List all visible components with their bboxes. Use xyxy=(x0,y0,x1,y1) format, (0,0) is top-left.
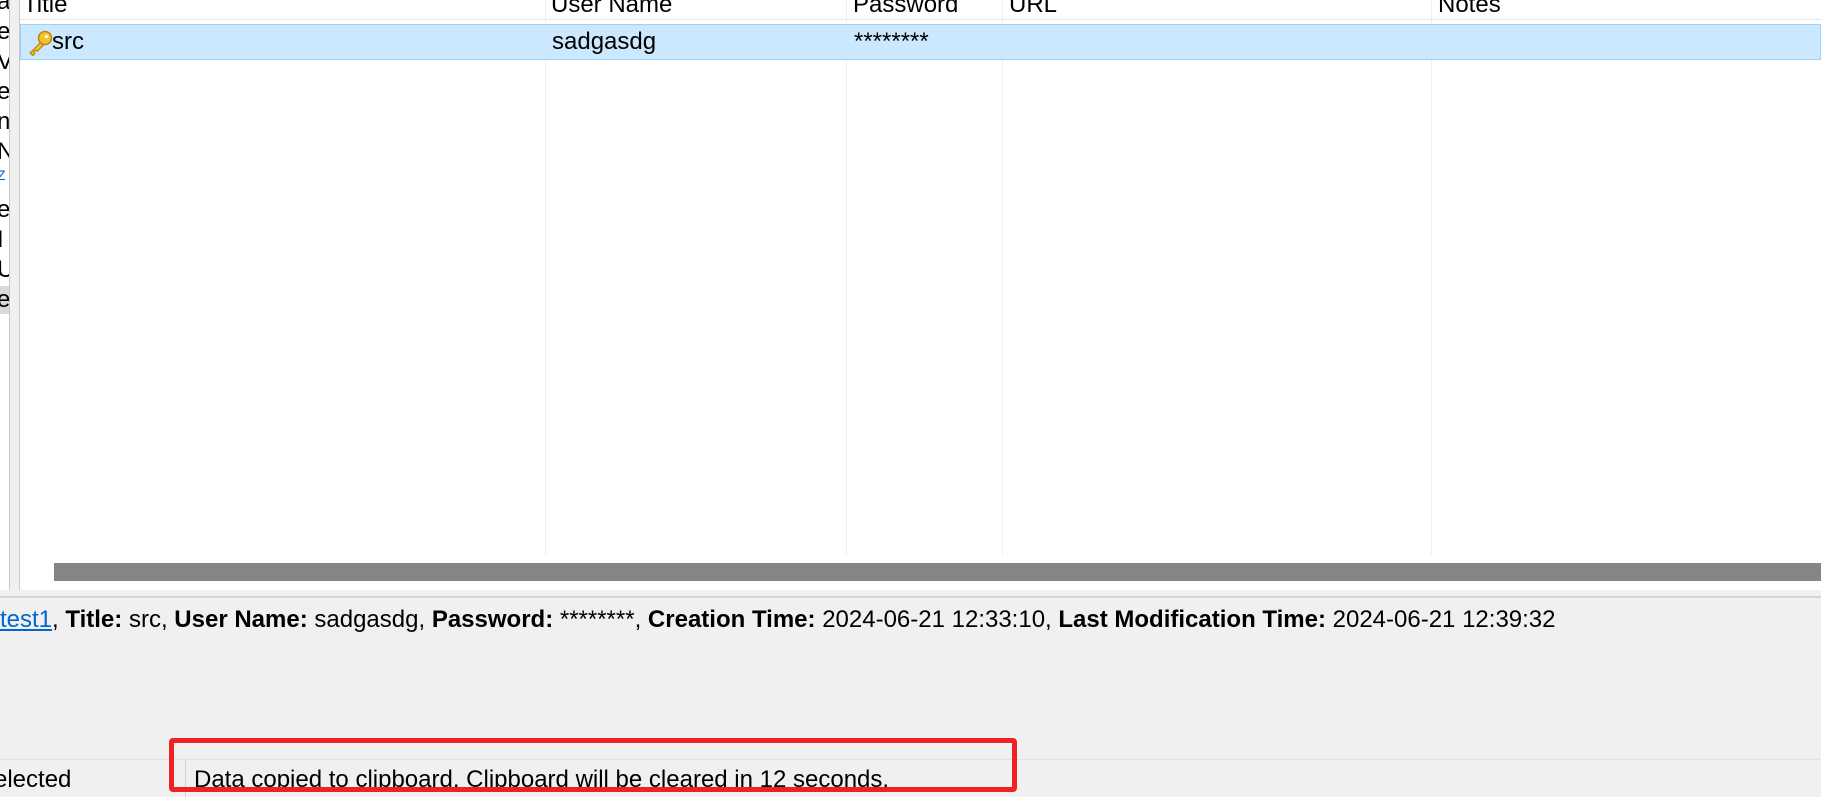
pane-splitter[interactable] xyxy=(10,0,19,590)
tree-item[interactable]: U xyxy=(0,256,9,284)
details-separator: , xyxy=(52,606,66,633)
details-user-value: sadgasdg xyxy=(314,606,419,633)
details-separator: , xyxy=(418,606,432,633)
pane-divider[interactable] xyxy=(0,596,1821,598)
details-created-label: Creation Time: xyxy=(647,606,816,633)
grid-line xyxy=(545,0,546,555)
tree-item[interactable]: V xyxy=(0,48,9,76)
details-user-label: User Name: xyxy=(174,606,308,633)
tree-item[interactable]: e xyxy=(0,78,9,106)
details-separator: , xyxy=(160,606,175,633)
scrollbar-thumb[interactable] xyxy=(54,563,1821,581)
entry-list-header: Title User Name Password URL Notes xyxy=(20,0,1821,20)
entry-user-name: sadgasdg xyxy=(552,28,657,55)
group-tree-pane[interactable]: aeVenNZeIUe xyxy=(0,0,10,590)
details-spacer xyxy=(1326,606,1333,633)
details-password-label: Password: xyxy=(431,606,554,633)
details-spacer xyxy=(553,606,560,633)
grid-line xyxy=(846,0,847,555)
tree-item[interactable]: e xyxy=(0,196,9,224)
tree-item[interactable]: e xyxy=(0,286,9,314)
entry-title: src xyxy=(52,28,84,55)
details-password-value: ******** xyxy=(559,606,635,633)
entry-password: ******** xyxy=(854,28,929,55)
tree-item[interactable]: a xyxy=(0,0,9,16)
column-header-notes[interactable]: Notes xyxy=(1438,0,1501,19)
key-icon xyxy=(26,30,54,57)
details-modified-label: Last Modification Time: xyxy=(1058,606,1326,633)
group-link[interactable]: test1 xyxy=(0,606,52,633)
table-row[interactable]: src sadgasdg ******** xyxy=(20,24,1821,60)
column-header-user-name[interactable]: User Name xyxy=(551,0,672,19)
details-title-label: Title: xyxy=(65,606,123,633)
details-separator: , xyxy=(634,606,648,633)
details-modified-value: 2024-06-21 12:39:32 xyxy=(1332,606,1556,633)
tree-item[interactable]: I xyxy=(0,226,4,254)
grid-line xyxy=(1002,0,1003,555)
column-header-url[interactable]: URL xyxy=(1009,0,1057,19)
grid-line xyxy=(1431,0,1432,555)
column-header-password[interactable]: Password xyxy=(853,0,958,19)
tree-item[interactable]: n xyxy=(0,108,9,136)
details-separator: , xyxy=(1045,606,1059,633)
keepass-window: aeVenNZeIUe Title User Name Password URL… xyxy=(0,0,1821,797)
status-selected-count: elected xyxy=(0,766,72,793)
details-created-value: 2024-06-21 12:33:10 xyxy=(822,606,1046,633)
tree-item[interactable]: Z xyxy=(0,167,6,183)
tree-item[interactable]: e xyxy=(0,18,9,46)
horizontal-scrollbar[interactable] xyxy=(20,555,1821,590)
details-title-value: src xyxy=(128,606,161,633)
entry-list[interactable]: Title User Name Password URL Notes src s… xyxy=(19,0,1821,590)
annotation-highlight-box xyxy=(169,738,1017,792)
details-spacer xyxy=(122,606,129,633)
tree-item[interactable]: N xyxy=(0,138,9,166)
entry-details: test1, Title: src, User Name: sadgasdg, … xyxy=(0,606,1821,638)
column-header-title[interactable]: Title xyxy=(23,0,67,19)
